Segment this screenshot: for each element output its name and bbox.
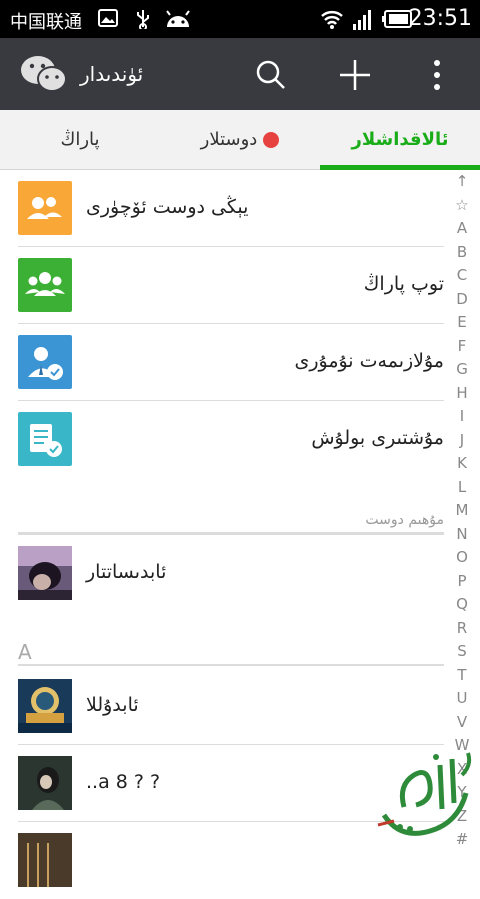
list-item-subscriptions[interactable]: مۇشتىرى بولۇش — [18, 401, 444, 478]
signal-icon — [352, 10, 374, 34]
image-notification-icon — [98, 9, 118, 31]
tab-friends[interactable]: دوستلار — [160, 110, 320, 170]
add-friend-icon — [18, 181, 72, 235]
add-icon[interactable] — [339, 59, 371, 95]
tab-contacts[interactable]: ئالاقداشلار — [320, 110, 480, 170]
section-header-letter: A — [18, 640, 32, 664]
wifi-icon — [320, 8, 344, 34]
list-item-label: مۇشتىرى بولۇش — [311, 427, 444, 449]
index-letter[interactable]: O — [444, 548, 480, 566]
index-letter[interactable]: U — [444, 689, 480, 707]
index-letter[interactable]: N — [444, 525, 480, 543]
contact-name: ..a 8 ? ? — [86, 771, 161, 793]
subscription-icon — [18, 412, 72, 466]
usb-icon — [134, 9, 152, 33]
watermark-logo — [370, 745, 480, 845]
list-item-official-accounts[interactable]: مۇلازىمەت نۇمۇرى — [18, 324, 444, 401]
tab-chats-label: پاراڭ — [60, 129, 100, 150]
index-letter[interactable]: ☆ — [444, 196, 480, 214]
index-letter[interactable]: A — [444, 219, 480, 237]
android-icon — [164, 9, 192, 33]
avatar — [18, 546, 72, 600]
status-bar: 中国联通 23:51 — [0, 0, 480, 38]
index-letter[interactable]: J — [444, 431, 480, 449]
battery-icon — [382, 10, 412, 32]
carrier-name: 中国联通 — [10, 12, 82, 33]
tab-contacts-label: ئالاقداشلار — [351, 129, 449, 150]
list-item-contact[interactable]: ئابدۇللا — [18, 668, 444, 745]
index-letter[interactable]: Q — [444, 595, 480, 613]
index-letter[interactable]: T — [444, 666, 480, 684]
list-item-label: مۇلازىمەت نۇمۇرى — [294, 350, 444, 372]
index-letter[interactable]: F — [444, 337, 480, 355]
contact-name: ئابدۇللا — [86, 694, 139, 716]
index-letter[interactable]: H — [444, 384, 480, 402]
index-letter[interactable]: I — [444, 407, 480, 425]
index-letter[interactable]: K — [444, 454, 480, 472]
group-chat-icon — [18, 258, 72, 312]
index-letter[interactable]: S — [444, 642, 480, 660]
index-letter[interactable]: L — [444, 478, 480, 496]
index-letter[interactable]: ↑ — [444, 172, 480, 190]
list-item-label: توپ پاراڭ — [363, 273, 444, 295]
list-item-label: يېڭى دوست ئۆچۈرى — [86, 196, 249, 218]
more-icon[interactable] — [432, 58, 442, 96]
index-letter[interactable]: C — [444, 266, 480, 284]
index-letter[interactable]: M — [444, 501, 480, 519]
search-icon[interactable] — [256, 60, 286, 94]
list-item-new-friends[interactable]: يېڭى دوست ئۆچۈرى — [18, 170, 444, 247]
wechat-logo-icon — [20, 54, 68, 98]
unread-badge — [263, 132, 280, 148]
contact-name: ئابدىساتتار — [86, 561, 167, 583]
index-letter[interactable]: E — [444, 313, 480, 331]
list-item-group-chat[interactable]: توپ پاراڭ — [18, 247, 444, 324]
index-letter[interactable]: R — [444, 619, 480, 637]
list-item-contact[interactable]: ئابدىساتتار — [18, 535, 444, 612]
avatar — [18, 833, 72, 887]
tab-friends-label: دوستلار — [200, 129, 258, 150]
avatar — [18, 756, 72, 810]
app-title: ئۈندىدار — [80, 62, 144, 86]
index-letter[interactable]: G — [444, 360, 480, 378]
official-account-icon — [18, 335, 72, 389]
tab-chats[interactable]: پاراڭ — [0, 110, 160, 170]
index-letter[interactable]: B — [444, 243, 480, 261]
section-divider — [18, 664, 444, 666]
index-letter[interactable]: D — [444, 290, 480, 308]
status-time: 23:51 — [408, 6, 472, 31]
index-letter[interactable]: V — [444, 713, 480, 731]
index-letter[interactable]: P — [444, 572, 480, 590]
app-bar: ئۈندىدار — [0, 38, 480, 110]
avatar — [18, 679, 72, 733]
tab-bar: پاراڭ دوستلار ئالاقداشلار — [0, 110, 480, 170]
section-header-starred: مۇھىم دوست — [365, 512, 444, 528]
